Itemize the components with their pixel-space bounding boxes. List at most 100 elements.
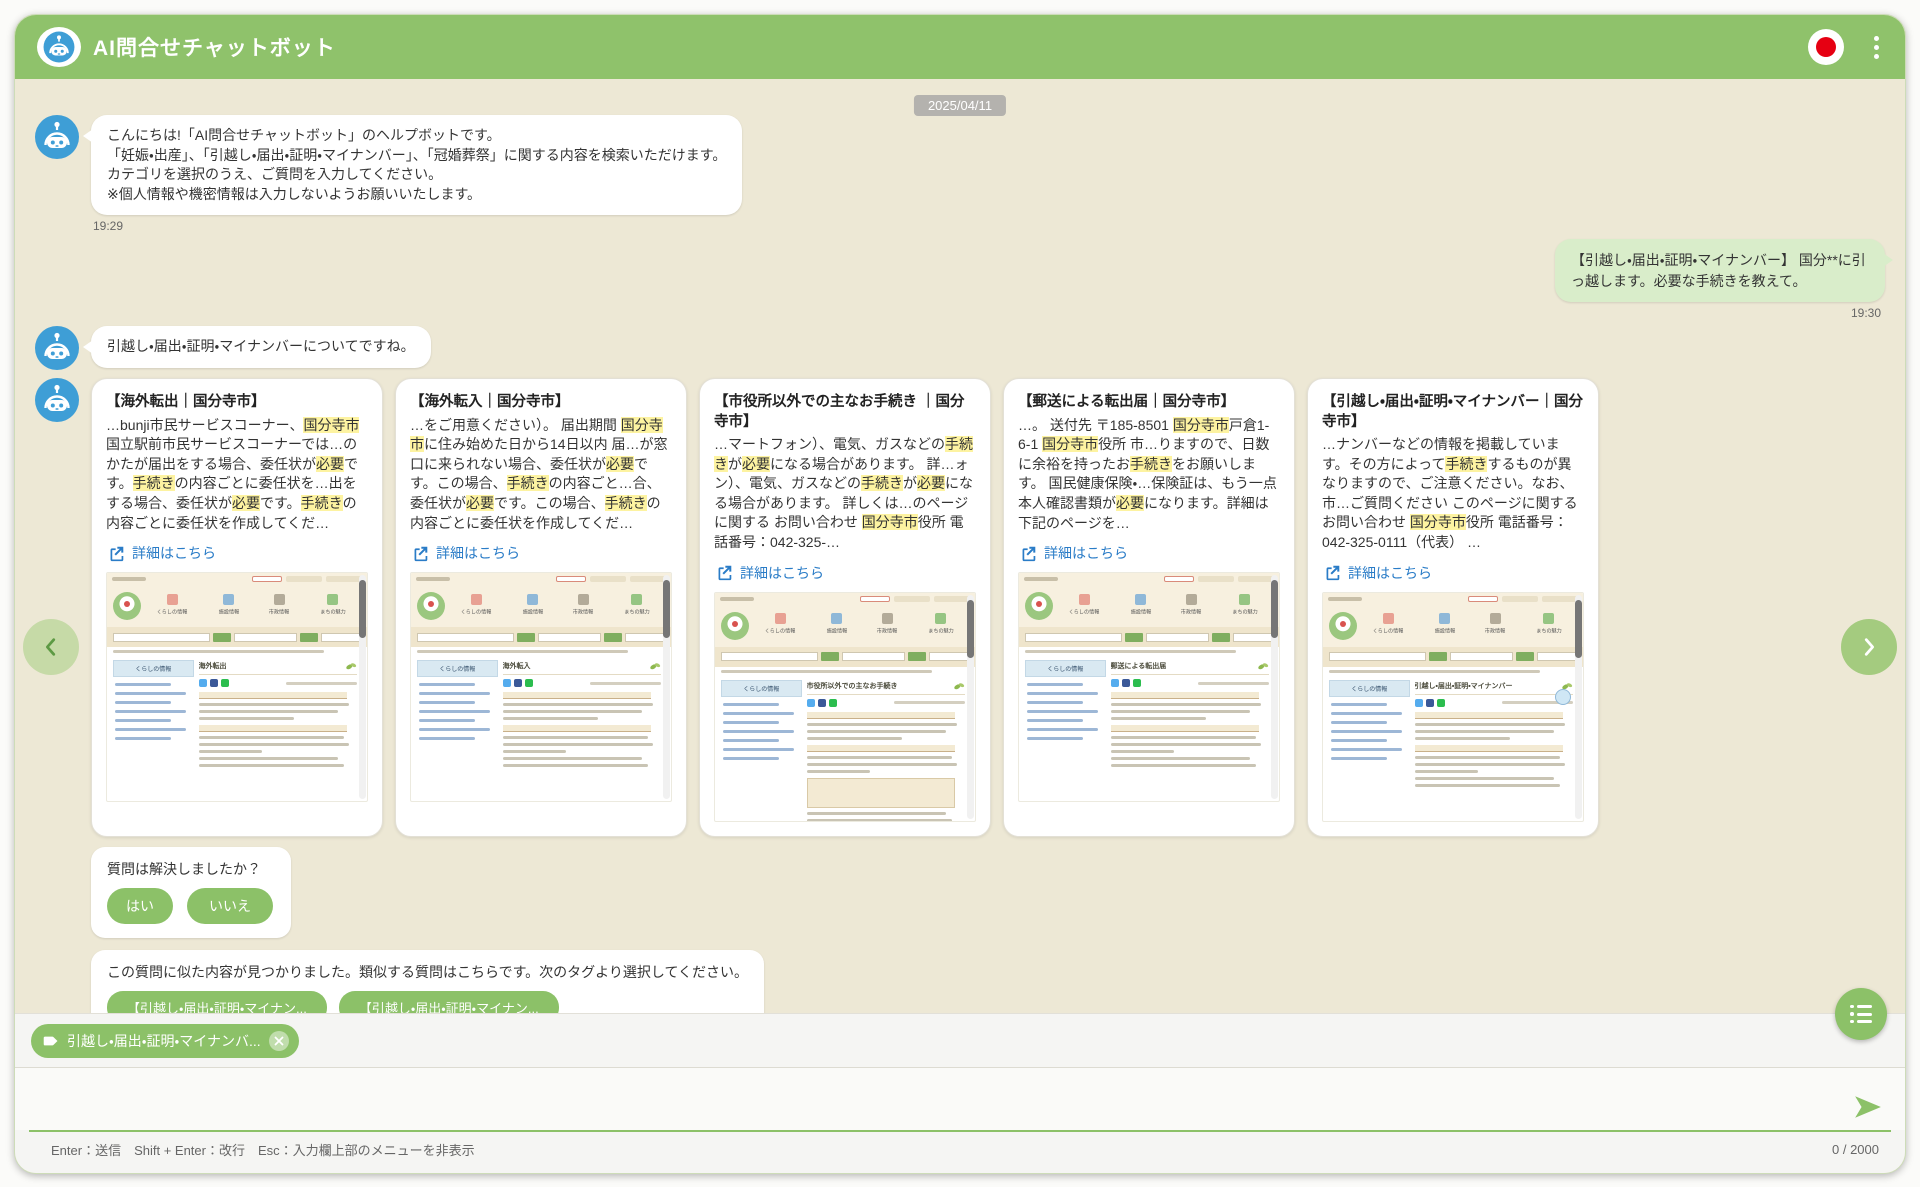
thumb-search-bar: [1019, 627, 1279, 647]
nav-icon: [1383, 613, 1394, 624]
result-snippet: …をご用意ください）。 届出期間 国分寺市に住み始めた日から14日以内 届…が窓…: [410, 416, 672, 534]
category-chip[interactable]: 引越し・届出・証明・マイナンバ...: [31, 1024, 299, 1058]
result-snippet: …。 送付先 〒185-8501 国分寺市戸倉1-6-1 国分寺市役所 市…りま…: [1018, 416, 1280, 534]
quick-menu-button[interactable]: [1835, 988, 1887, 1040]
result-page-thumbnail[interactable]: くらしの情報 施設情報 市政情報 まちの魅力 くらしの情報 市役所以外: [714, 592, 976, 822]
result-page-thumbnail[interactable]: くらしの情報 施設情報 市政情報 まちの魅力 くらしの情報 海外転入: [410, 572, 672, 802]
carousel-prev-button[interactable]: [23, 619, 79, 675]
carousel-rail: 【海外転出｜国分寺市】 …bunji市民サービスコーナー、国分寺市国立駅前市民サ…: [91, 378, 1599, 837]
detail-link[interactable]: 詳細はこちら: [108, 543, 368, 563]
thumb-site-header: くらしの情報 施設情報 市政情報 まちの魅力: [1323, 605, 1583, 647]
nav-icon: [578, 594, 589, 605]
similar-tag-button[interactable]: 【引越し・届出・証明・マイナン...: [339, 991, 559, 1013]
nav-icon: [527, 594, 538, 605]
leaf-icon: [1257, 661, 1269, 671]
twitter-icon: [1415, 699, 1423, 707]
message-input[interactable]: [45, 1074, 1845, 1124]
thumb-browser-topbar: [715, 593, 975, 605]
thumb-main-content: 海外転入: [503, 660, 661, 771]
bot-logo: [37, 27, 81, 67]
thumb-sidebar: くらしの情報: [1025, 660, 1106, 771]
result-title: 【海外転入｜国分寺市】: [410, 393, 672, 413]
similar-tag-button[interactable]: 【引越し・届出・証明・マイナン...: [107, 991, 327, 1013]
thumbnail-scrollbar[interactable]: [1271, 575, 1278, 799]
result-card[interactable]: 【海外転入｜国分寺市】 …をご用意ください）。 届出期間 国分寺市に住み始めた日…: [395, 378, 687, 837]
result-page-thumbnail[interactable]: くらしの情報 施設情報 市政情報 まちの魅力 くらしの情報 引越し・届: [1322, 592, 1584, 822]
thumb-site-header: くらしの情報 施設情報 市政情報 まちの魅力: [107, 585, 367, 627]
user-message: 【引越し・届出・証明・マイナンバー】 国分**に引っ越します。必要な手続きを教え…: [1555, 239, 1885, 302]
nav-icon: [274, 594, 285, 605]
chip-close-button[interactable]: [269, 1031, 289, 1051]
nav-icon: [935, 613, 946, 624]
thumbnail-scrollbar[interactable]: [1575, 595, 1582, 819]
result-card[interactable]: 【引越し・届出・証明・マイナンバー｜国分寺市】 …ナンバーなどの情報を掲載してい…: [1307, 378, 1599, 837]
nav-icon: [1079, 594, 1090, 605]
thumb-search-bar: [715, 647, 975, 667]
thumb-site-header: くらしの情報 施設情報 市政情報 まちの魅力: [715, 605, 975, 647]
thumb-search-bar: [1323, 647, 1583, 667]
category-ack-message: 引越し・届出・証明・マイナンバーについてですね。: [91, 326, 431, 368]
city-logo: [113, 592, 141, 620]
leaf-icon: [953, 681, 965, 691]
record-dot-icon: [1816, 37, 1836, 57]
thumbnail-scrollbar[interactable]: [967, 595, 974, 819]
thumb-browser-topbar: [107, 573, 367, 585]
result-title: 【引越し・届出・証明・マイナンバー｜国分寺市】: [1322, 393, 1584, 432]
header-bar: AI問合せチャットボット: [15, 15, 1905, 79]
line-icon: [221, 679, 229, 687]
external-link-icon: [716, 564, 733, 581]
similar-questions-bubble: この質問に似た内容が見つかりました。類似する質問はこちらです。次のタグより選択し…: [91, 950, 764, 1013]
thumb-main-content: 海外転出: [199, 660, 357, 771]
leaf-icon: [345, 661, 357, 671]
send-icon: [1853, 1093, 1883, 1121]
result-title: 【市役所以外での主なお手続き ｜国分寺市】: [714, 393, 976, 432]
nav-icon: [1135, 594, 1146, 605]
result-snippet: …ナンバーなどの情報を掲載しています。その方によって手続きするものが異なりますの…: [1322, 435, 1584, 553]
feedback-yes-button[interactable]: はい: [107, 888, 173, 924]
nav-icon: [1186, 594, 1197, 605]
detail-link[interactable]: 詳細はこちら: [1324, 563, 1584, 583]
city-logo: [1025, 592, 1053, 620]
line-icon: [1133, 679, 1141, 687]
tag-icon: [43, 1033, 59, 1049]
detail-link[interactable]: 詳細はこちら: [1020, 543, 1280, 563]
nav-icon: [775, 613, 786, 624]
menu-kebab-button[interactable]: [1870, 32, 1883, 63]
thumb-breadcrumb: [715, 667, 975, 676]
selected-category-row: 引越し・届出・証明・マイナンバ...: [15, 1014, 1905, 1068]
result-card[interactable]: 【郵送による転出届｜国分寺市】 …。 送付先 〒185-8501 国分寺市戸倉1…: [1003, 378, 1295, 837]
record-button[interactable]: [1808, 29, 1844, 65]
result-title: 【海外転出｜国分寺市】: [106, 393, 368, 413]
thumb-main-content: 郵送による転出届: [1111, 660, 1269, 771]
chat-scroll-area[interactable]: 2025/04/11 こんにちは!「AI問合せチャットボット」のヘルプボットです…: [15, 79, 1905, 1013]
thumbnail-scrollbar[interactable]: [359, 575, 366, 799]
nav-icon: [1490, 613, 1501, 624]
thumb-chat-widget: [1555, 689, 1571, 705]
thumb-browser-topbar: [1323, 593, 1583, 605]
composer: 引越し・届出・証明・マイナンバ... Enter：送信 Shift + Ente…: [15, 1013, 1905, 1173]
result-page-thumbnail[interactable]: くらしの情報 施設情報 市政情報 まちの魅力 くらしの情報 郵送による: [1018, 572, 1280, 802]
result-title: 【郵送による転出届｜国分寺市】: [1018, 393, 1280, 413]
facebook-icon: [1122, 679, 1130, 687]
external-link-icon: [1324, 564, 1341, 581]
nav-icon: [1439, 613, 1450, 624]
thumb-breadcrumb: [107, 647, 367, 656]
thumbnail-scrollbar[interactable]: [663, 575, 670, 799]
carousel-next-button[interactable]: [1841, 619, 1897, 675]
thumb-breadcrumb: [411, 647, 671, 656]
thumb-page-title: 郵送による転出届: [1111, 661, 1167, 671]
nav-icon: [831, 613, 842, 624]
thumb-page-title: 引越し・届出・証明・マイナンバー: [1415, 681, 1513, 691]
send-button[interactable]: [1853, 1093, 1883, 1124]
thumb-breadcrumb: [1019, 647, 1279, 656]
detail-link[interactable]: 詳細はこちら: [716, 563, 976, 583]
result-card[interactable]: 【海外転出｜国分寺市】 …bunji市民サービスコーナー、国分寺市国立駅前市民サ…: [91, 378, 383, 837]
result-card[interactable]: 【市役所以外での主なお手続き ｜国分寺市】 …マートフォン）、電気、ガスなどの手…: [699, 378, 991, 837]
detail-link[interactable]: 詳細はこちら: [412, 543, 672, 563]
city-logo: [417, 592, 445, 620]
result-page-thumbnail[interactable]: くらしの情報 施設情報 市政情報 まちの魅力 くらしの情報 海外転出: [106, 572, 368, 802]
nav-icon: [327, 594, 338, 605]
chevron-left-icon: [40, 636, 62, 658]
nav-icon: [1543, 613, 1554, 624]
feedback-no-button[interactable]: いいえ: [187, 888, 273, 924]
